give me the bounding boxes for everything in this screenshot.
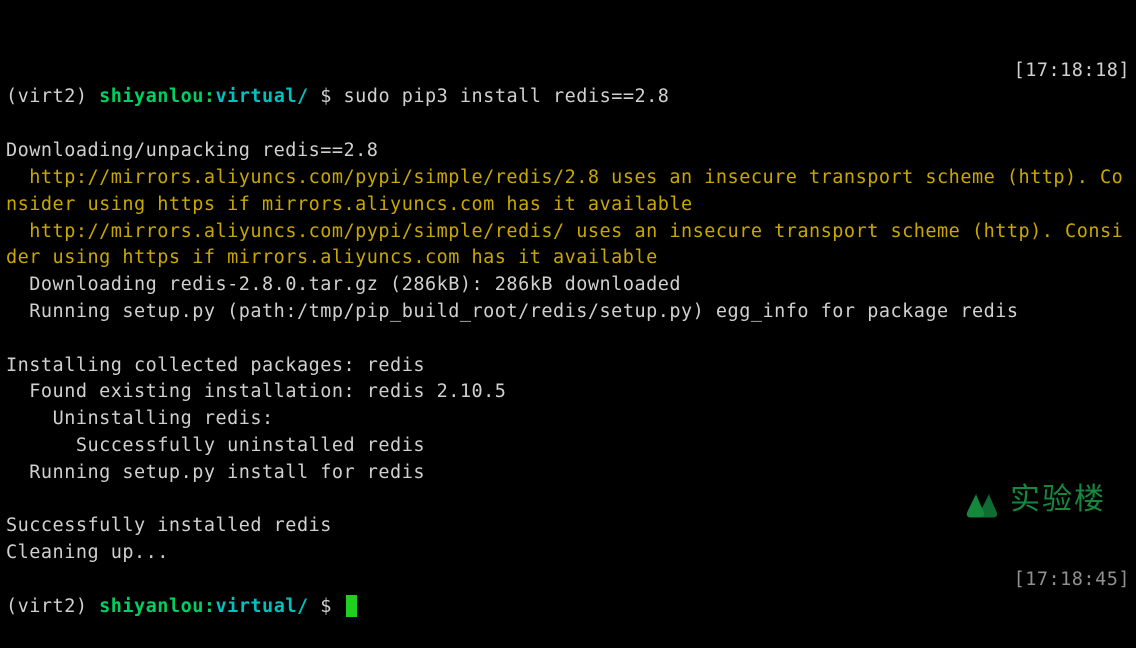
cwd-path: virtual/ — [216, 596, 321, 617]
username: shiyanlou — [99, 86, 204, 107]
output-line: Running setup.py install for redis — [6, 462, 425, 483]
timestamp-2: [17:18:45] — [1014, 567, 1130, 594]
command-input: sudo pip3 install redis==2.8 — [344, 86, 670, 107]
timestamp-1: [17:18:18] — [1014, 58, 1130, 85]
warning-line: http://mirrors.aliyuncs.com/pypi/simple/… — [6, 221, 1123, 269]
output-line — [6, 328, 53, 349]
prompt-sep: : — [204, 86, 216, 107]
output-line: Uninstalling redis: — [6, 408, 274, 429]
prompt-sep: : — [204, 596, 216, 617]
cursor-icon — [346, 595, 357, 617]
venv-name: (virt2) — [6, 86, 99, 107]
prompt-dollar: $ — [320, 86, 343, 107]
output-line: Downloading/unpacking redis==2.8 — [6, 140, 378, 161]
warning-line: http://mirrors.aliyuncs.com/pypi/simple/… — [6, 167, 1123, 215]
output-line — [6, 489, 53, 510]
venv-name: (virt2) — [6, 596, 99, 617]
output-line: Cleaning up... — [6, 542, 169, 563]
cwd-path: virtual/ — [216, 86, 321, 107]
output-line: Successfully installed redis — [6, 515, 332, 536]
terminal-output[interactable]: (virt2) shiyanlou:virtual/ $ sudo pip3 i… — [6, 4, 1130, 648]
prompt-line-2: (virt2) shiyanlou:virtual/ $ [17:18:45] — [6, 567, 1130, 621]
prompt-dollar: $ — [320, 596, 343, 617]
output-line: Downloading redis-2.8.0.tar.gz (286kB): … — [6, 274, 681, 295]
output-line: Running setup.py (path:/tmp/pip_build_ro… — [6, 301, 1019, 322]
prompt-line-1: (virt2) shiyanlou:virtual/ $ sudo pip3 i… — [6, 58, 1130, 112]
output-line: Found existing installation: redis 2.10.… — [6, 381, 506, 402]
output-line: Installing collected packages: redis — [6, 355, 425, 376]
username: shiyanlou — [99, 596, 204, 617]
output-line: Successfully uninstalled redis — [6, 435, 425, 456]
